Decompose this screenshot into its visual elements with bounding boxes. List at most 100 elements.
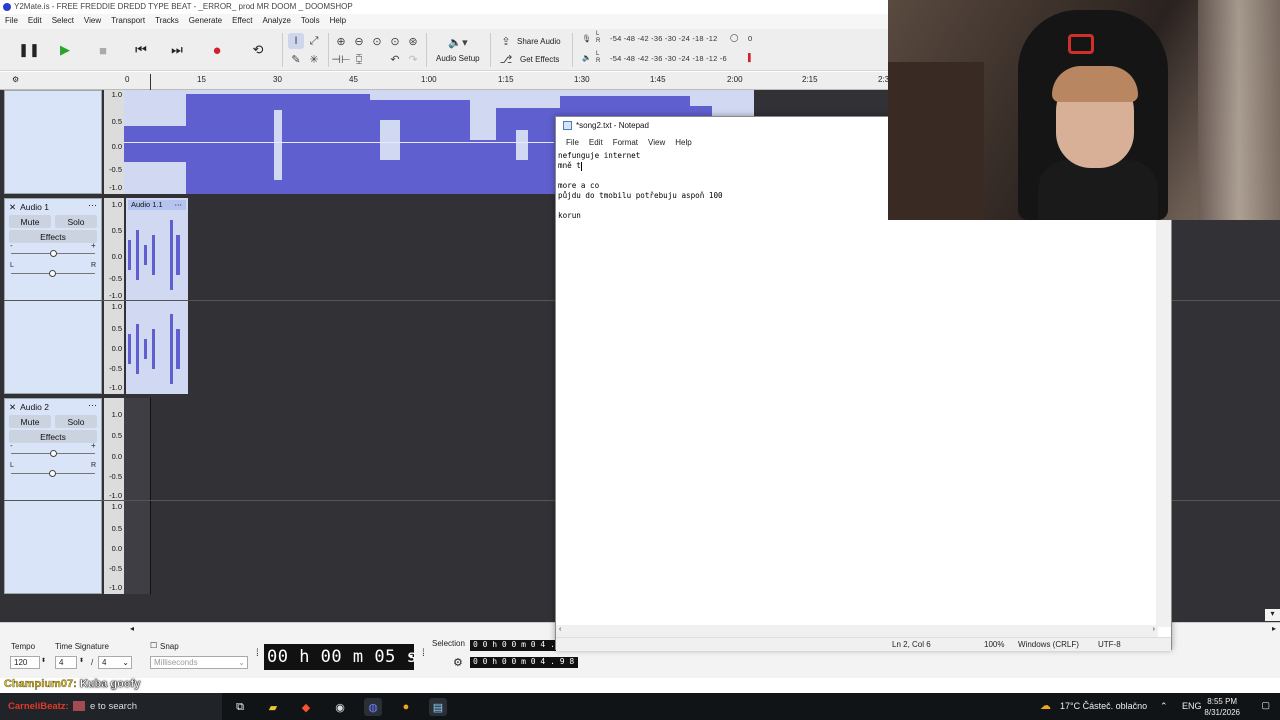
track-0-control-panel[interactable] [4, 90, 102, 194]
scroll-down-icon[interactable]: ▾ [1265, 609, 1280, 621]
task-view-icon[interactable]: ⧉ [231, 698, 249, 716]
notifications-icon[interactable]: ▢ [1261, 700, 1270, 711]
snap-select[interactable]: Milliseconds ⌄ [150, 656, 248, 669]
microphone-icon[interactable]: 🎙 [582, 34, 592, 43]
menu-effect[interactable]: Effect [227, 16, 257, 29]
scroll-right-icon[interactable]: › [1153, 626, 1155, 633]
snap-checkbox[interactable]: ☐ [150, 641, 157, 650]
track-audio-1-name[interactable]: ✕ Audio 1 [9, 202, 49, 213]
share-audio-button[interactable]: Share Audio [517, 37, 561, 46]
menu-select[interactable]: Select [47, 16, 79, 29]
menu-tools[interactable]: Tools [296, 16, 325, 29]
close-track-icon[interactable]: ✕ [9, 202, 16, 212]
selection-tool-button[interactable]: I [288, 33, 304, 49]
tempo-stepper-icon[interactable]: ⬍ [41, 657, 46, 664]
rec-meter-scale[interactable]: -54 -48 -42 -36 -30 -24 -18 -12 [610, 34, 718, 43]
track-audio-1-control-panel[interactable]: ✕ Audio 1 ⋯ Mute Solo Effects - + L R [4, 198, 102, 394]
time-signature-numerator[interactable]: 4 [55, 656, 77, 669]
firefox-icon[interactable]: ● [397, 698, 415, 716]
track-audio-2-mute-button[interactable]: Mute [9, 415, 51, 428]
audio-setup-button[interactable]: 🔈▾ [444, 34, 472, 50]
track-audio-1-solo-button[interactable]: Solo [55, 215, 97, 228]
skip-start-button[interactable]: ⏮ [126, 35, 156, 65]
time-signature-denominator[interactable]: 4 ⌄ [98, 656, 132, 669]
track-audio-2-name[interactable]: ✕ Audio 2 [9, 402, 49, 413]
menu-transport[interactable]: Transport [106, 16, 150, 29]
selection-end-time[interactable]: 0 0 h 0 0 m 0 4 . 9 8 6 s [470, 657, 578, 668]
undo-button[interactable]: ↶ [387, 51, 403, 67]
ruler-settings-icon[interactable]: ⚙ [12, 75, 19, 84]
record-button[interactable]: ● [202, 35, 232, 65]
silence-button[interactable]: ⧮ [351, 51, 367, 67]
weather-text[interactable]: 17°C Částeč. oblačno [1060, 701, 1147, 711]
track-audio-1-effects-button[interactable]: Effects [9, 230, 97, 243]
get-effects-icon-button[interactable]: ⎇ [498, 51, 514, 67]
notepad-menu-view[interactable]: View [643, 137, 670, 151]
track-menu-icon[interactable]: ⋯ [88, 400, 97, 411]
file-explorer-icon[interactable]: ▰ [264, 698, 282, 716]
menu-tracks[interactable]: Tracks [150, 16, 184, 29]
audacity-taskbar-icon[interactable]: ◍ [364, 698, 382, 716]
track-audio-2-effects-button[interactable]: Effects [9, 430, 97, 443]
scroll-left-icon[interactable]: ◂ [130, 624, 134, 633]
notepad-taskbar-icon[interactable]: ▤ [429, 698, 447, 716]
fit-selection-button[interactable]: ⊙ [369, 33, 385, 49]
track-audio-1-mute-button[interactable]: Mute [9, 215, 51, 228]
menu-analyze[interactable]: Analyze [257, 16, 295, 29]
play-meter-scale[interactable]: -54 -48 -42 -36 -30 -24 -18 -12 -6 [610, 54, 727, 63]
tempo-input[interactable]: 120 [10, 656, 40, 669]
audio-position-display[interactable]: 00 h 00 m 05 s [264, 644, 417, 670]
menu-view[interactable]: View [79, 16, 106, 29]
notepad-menu-edit[interactable]: Edit [584, 137, 608, 151]
clip-menu-icon[interactable]: ⋯ [175, 200, 183, 209]
menu-help[interactable]: Help [325, 16, 351, 29]
notepad-vertical-scrollbar[interactable] [1156, 151, 1171, 627]
playhead[interactable] [150, 74, 151, 90]
system-clock[interactable]: 8:55 PM 8/31/2026 [1204, 696, 1240, 718]
get-effects-button[interactable]: Get Effects [520, 55, 559, 64]
draw-tool-button[interactable]: ✎ [288, 51, 304, 67]
language-indicator[interactable]: ENG [1182, 701, 1202, 711]
gain-slider-handle[interactable] [50, 450, 57, 457]
track-audio-2-solo-button[interactable]: Solo [55, 415, 97, 428]
loop-button[interactable]: ⟲ [243, 35, 273, 65]
numerator-stepper-icon[interactable]: ⬍ [79, 657, 84, 664]
notepad-text-area[interactable]: nefunguje internet mně t more a co půjdu d… [558, 151, 1153, 627]
pan-slider-handle[interactable] [49, 270, 56, 277]
taskbar-search-box[interactable]: CarneliBeatz: e to search [0, 693, 222, 720]
notepad-menu-file[interactable]: File [561, 137, 584, 151]
rec-meter-knob-icon[interactable]: ◯ [730, 33, 739, 42]
menu-generate[interactable]: Generate [184, 16, 227, 29]
time-format-chevron-icon[interactable]: ▾ [409, 652, 413, 661]
share-audio-icon-button[interactable]: ⇪ [498, 33, 514, 49]
pause-button[interactable]: ❚❚ [14, 35, 44, 65]
zoom-in-button[interactable]: ⊕ [333, 33, 349, 49]
multi-tool-button[interactable]: ✳ [306, 51, 322, 67]
tray-chevron-icon[interactable]: ⌃ [1160, 701, 1168, 712]
selection-settings-icon[interactable]: ⚙ [453, 656, 463, 669]
notepad-menu-help[interactable]: Help [670, 137, 696, 151]
timeline-ruler[interactable]: ⚙ 0 15 30 45 1:00 1:15 1:30 1:45 2:00 2:… [0, 72, 889, 90]
weather-icon[interactable]: ☁ [1040, 699, 1051, 712]
gain-slider-handle[interactable] [50, 250, 57, 257]
fit-project-button[interactable]: ⊙ [387, 33, 403, 49]
track-menu-icon[interactable]: ⋯ [88, 200, 97, 211]
track-audio-2-control-panel[interactable]: ✕ Audio 2 ⋯ Mute Solo Effects - + L R [4, 398, 102, 594]
stop-button[interactable]: ■ [88, 35, 118, 65]
scroll-left-icon[interactable]: ‹ [559, 626, 561, 633]
obs-icon[interactable]: ◉ [331, 698, 349, 716]
menu-file[interactable]: File [0, 16, 23, 29]
scroll-right-icon[interactable]: ▸ [1272, 624, 1276, 633]
trim-button[interactable]: ⊣⊢ [331, 51, 350, 67]
brave-browser-icon[interactable]: ◆ [297, 698, 315, 716]
playback-speaker-icon[interactable]: 🔈 [582, 53, 592, 62]
redo-button[interactable]: ↷ [405, 51, 421, 67]
menu-edit[interactable]: Edit [23, 16, 47, 29]
clip-audio-1-1-header[interactable]: Audio 1.1 ⋯ [128, 200, 186, 210]
play-button[interactable]: ▶ [50, 35, 80, 65]
envelope-tool-button[interactable]: ⤢ [306, 33, 322, 49]
zoom-toggle-button[interactable]: ⊛ [405, 33, 421, 49]
zoom-out-button[interactable]: ⊖ [351, 33, 367, 49]
skip-end-button[interactable]: ⏭ [162, 35, 192, 65]
pan-slider-handle[interactable] [49, 470, 56, 477]
